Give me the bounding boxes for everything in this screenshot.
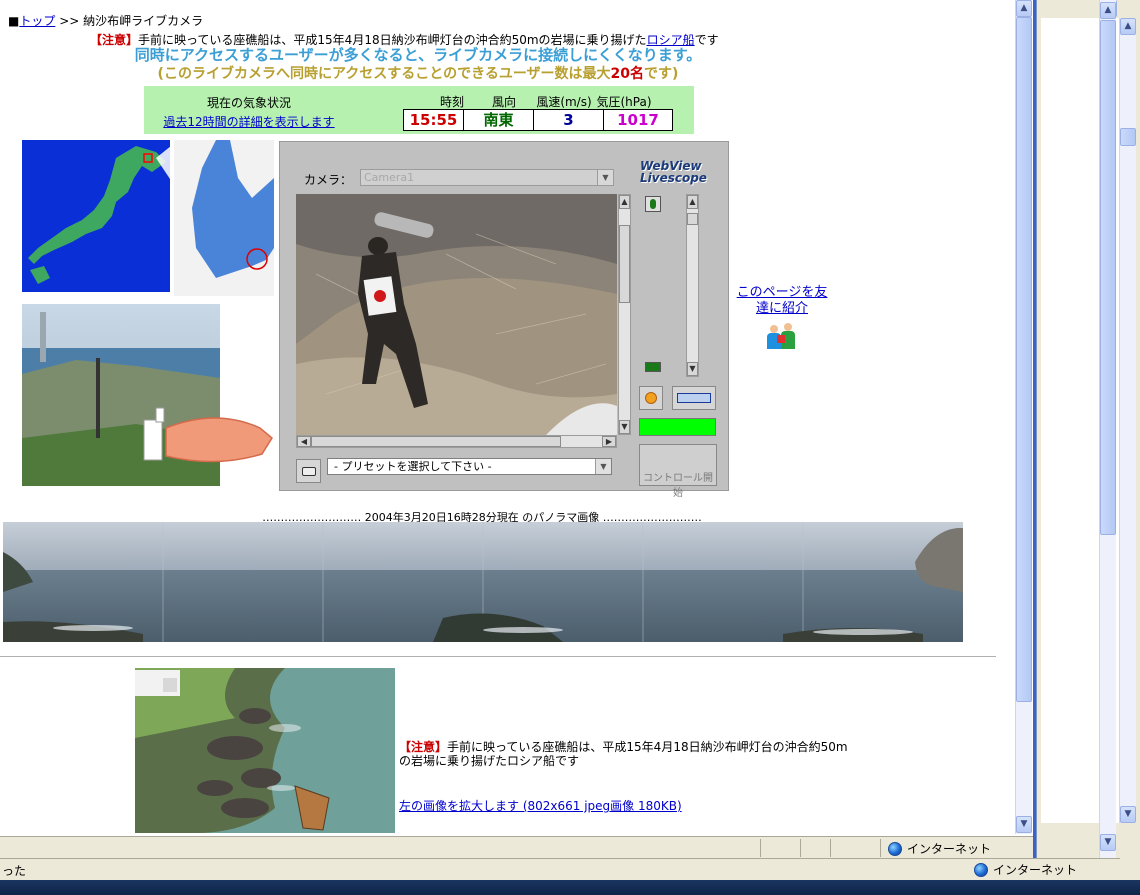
- access-limit-warning: (このライブカメラへ同時にアクセスすることのできるユーザー数は最大20名です): [0, 63, 836, 83]
- background-status-text: った: [2, 864, 27, 878]
- start-control-label: コントロール開始: [643, 473, 713, 499]
- friends-icon[interactable]: [767, 323, 797, 349]
- scroll-up-icon[interactable]: ▲: [1120, 18, 1136, 35]
- enlarge-image-wrap: 左の画像を拡大します (802x661 jpeg画像 180KB): [399, 797, 682, 814]
- shipwreck-aerial-photo[interactable]: [135, 668, 395, 833]
- background-scrollbar[interactable]: ▲ ▼: [1119, 18, 1136, 823]
- weather-speed-value: 3: [534, 110, 604, 130]
- panorama-view-icon[interactable]: [672, 386, 716, 410]
- share-page-block: このページを友達に紹介: [732, 285, 832, 349]
- scroll-down-icon[interactable]: ▼: [1120, 806, 1136, 823]
- weather-details-link[interactable]: 過去12時間の詳細を表示します: [163, 115, 334, 129]
- live-camera-image: [296, 194, 617, 435]
- scroll-up-icon[interactable]: ▲: [1016, 0, 1032, 17]
- background-zone: インターネット: [974, 861, 1077, 878]
- section-divider: [0, 656, 996, 658]
- weather-title: 現在の気象状況: [206, 96, 291, 110]
- camera-select[interactable]: Camera1 ▼: [360, 169, 614, 186]
- weather-header-pressure: 気圧(hPa): [596, 95, 652, 109]
- scroll-down-icon[interactable]: ▼: [619, 420, 630, 434]
- camera-label: カメラ：: [304, 173, 353, 187]
- security-zone-label: インターネット: [907, 842, 992, 856]
- weather-panel: 現在の気象状況 過去12時間の詳細を表示します 時刻 風向 風速(m/s) 気圧…: [144, 86, 694, 134]
- chevron-down-icon[interactable]: ▼: [595, 459, 611, 474]
- camera-tilt-scrollbar[interactable]: ▲ ▼: [618, 194, 631, 435]
- background-statusbar: った インターネット: [0, 858, 1120, 880]
- enlarge-image-link[interactable]: 左の画像を拡大します (802x661 jpeg画像 180KB): [399, 799, 682, 813]
- live-camera-viewer: カメラ： Camera1 ▼ WebView Livescope ▲ ▼ ◀ ▶…: [279, 141, 729, 499]
- status-cell: [800, 839, 830, 857]
- camera-icon[interactable]: [296, 459, 321, 483]
- weather-values-table: 15:55 南東 3 1017: [403, 109, 673, 131]
- scrollbar-thumb[interactable]: [311, 436, 561, 447]
- zoom-out-icon[interactable]: [645, 362, 661, 372]
- page-content: ■トップ >> 納沙布岬ライブカメラ 【注意】手前に映っている座礁船は、平成15…: [0, 0, 1014, 834]
- breadcrumb: ■トップ >> 納沙布岬ライブカメラ: [8, 12, 203, 29]
- scroll-up-icon[interactable]: ▲: [687, 195, 698, 209]
- scroll-up-icon[interactable]: ▲: [1100, 2, 1116, 19]
- limit-suffix: です): [644, 66, 679, 82]
- access-warning: 同時にアクセスするユーザーが多くなると、ライブカメラに接続しにくくなります。: [134, 46, 702, 64]
- notice-bottom: 【注意】手前に映っている座礁船は、平成15年4月18日納沙布岬灯台の沖合約50m…: [399, 740, 859, 768]
- background-zone-label: インターネット: [993, 863, 1078, 877]
- scrollbar-thumb[interactable]: [1016, 17, 1032, 702]
- share-page-link[interactable]: このページを友達に紹介: [737, 285, 828, 316]
- globe-icon: [888, 841, 902, 856]
- globe-icon: [974, 862, 988, 877]
- security-zone: インターネット: [888, 840, 991, 857]
- sun-icon[interactable]: [639, 386, 663, 410]
- camera-select-value: Camera1: [364, 171, 415, 184]
- chevron-down-icon[interactable]: ▼: [597, 170, 613, 185]
- weather-header-time: 時刻: [439, 95, 464, 109]
- breadcrumb-top-link[interactable]: トップ: [19, 14, 55, 28]
- notice-bottom-tag: 【注意】: [399, 740, 448, 754]
- weather-header-speed: 風速(m/s): [536, 95, 592, 109]
- zoom-slider[interactable]: ▲ ▼: [686, 194, 699, 377]
- preset-select[interactable]: - プリセットを選択して下さい - ▼: [327, 458, 612, 475]
- webview-livescope-logo: WebView Livescope: [640, 160, 707, 184]
- scroll-down-icon[interactable]: ▼: [1100, 834, 1116, 851]
- statusbar: インターネット: [0, 836, 1033, 858]
- scrollbar-thumb[interactable]: [1120, 128, 1136, 146]
- scroll-down-icon[interactable]: ▼: [687, 362, 698, 376]
- background-browser-window: ▲ ▼ ▲: [1036, 0, 1140, 880]
- location-map-illustration: [22, 140, 274, 486]
- preset-placeholder: - プリセットを選択して下さい -: [334, 460, 492, 473]
- zoom-in-icon[interactable]: [645, 196, 661, 212]
- status-cell: [760, 839, 800, 857]
- breadcrumb-separator: >>: [59, 14, 80, 28]
- connection-status-bar: [639, 418, 716, 436]
- weather-details-wrap: 過去12時間の詳細を表示します: [144, 113, 354, 130]
- scroll-left-icon[interactable]: ◀: [297, 436, 311, 447]
- breadcrumb-current: 納沙布岬ライブカメラ: [83, 14, 204, 28]
- weather-time-value: 15:55: [404, 110, 464, 130]
- scroll-up-icon[interactable]: ▲: [619, 195, 630, 209]
- scrollbar-thumb[interactable]: [1100, 20, 1116, 535]
- logo-line2: Livescope: [640, 171, 707, 185]
- scroll-down-icon[interactable]: ▼: [1016, 816, 1032, 833]
- weather-pressure-value: 1017: [617, 111, 659, 129]
- weather-direction-value: 南東: [464, 110, 534, 130]
- camera-pan-scrollbar[interactable]: ◀ ▶: [296, 435, 617, 448]
- scrollbar-thumb[interactable]: [619, 225, 630, 303]
- breadcrumb-marker: ■: [8, 14, 20, 28]
- zoom-thumb[interactable]: [687, 213, 698, 225]
- start-control-button[interactable]: コントロール開始: [639, 444, 717, 499]
- scroll-right-icon[interactable]: ▶: [602, 436, 616, 447]
- notice-bottom-text: 手前に映っている座礁船は、平成15年4月18日納沙布岬灯台の沖合約50mの岩場に…: [399, 740, 848, 768]
- pointer-arrow-icon: [165, 417, 273, 463]
- limit-number: 20名: [610, 66, 645, 82]
- background-outer-scrollbar[interactable]: ▲ ▼: [1099, 0, 1116, 858]
- status-cell: [830, 839, 858, 857]
- weather-header-direction: 風向: [491, 95, 516, 109]
- browser-window: ■トップ >> 納沙布岬ライブカメラ 【注意】手前に映っている座礁船は、平成15…: [0, 0, 1036, 858]
- limit-prefix: (このライブカメラへ同時にアクセスすることのできるユーザー数は最大: [157, 66, 611, 82]
- page-scrollbar[interactable]: ▲ ▼: [1015, 0, 1032, 834]
- panorama-image: [3, 522, 963, 642]
